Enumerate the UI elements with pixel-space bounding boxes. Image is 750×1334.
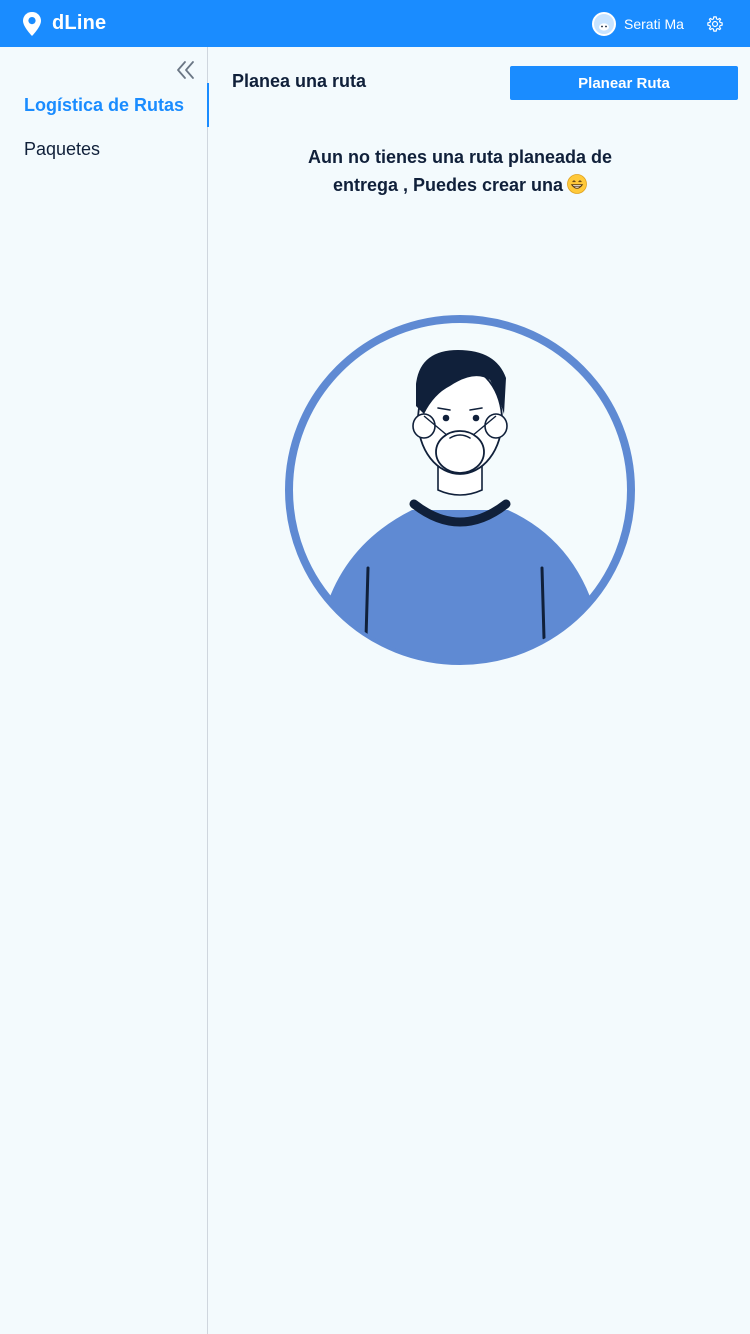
- page-title: Planea una ruta: [232, 71, 367, 91]
- sidebar: Logística de Rutas Paquetes: [0, 47, 209, 1334]
- user-name: Serati Ma: [624, 15, 684, 32]
- masked-person-illustration: [285, 315, 635, 665]
- brand-logo[interactable]: dLine: [22, 0, 106, 47]
- sidebar-item-logistica-de-rutas[interactable]: Logística de Rutas: [0, 83, 209, 127]
- grinning-face-icon: [567, 174, 587, 194]
- sidebar-item-label: Paquetes: [24, 138, 101, 159]
- double-chevron-left-icon[interactable]: [175, 59, 197, 81]
- empty-message-line-2: entrega , Puedes crear una: [332, 175, 564, 195]
- user-menu[interactable]: Serati Ma: [592, 0, 684, 47]
- empty-message-line-1: Aun no tienes una ruta planeada de: [307, 147, 613, 167]
- app-name: dLine: [52, 12, 107, 34]
- empty-state-message: Aun no tienes una ruta planeada de entre…: [278, 143, 642, 199]
- avatar-icon: [592, 11, 616, 36]
- sidebar-item-paquetes[interactable]: Paquetes: [0, 127, 208, 171]
- top-bar: dLine Serati Ma: [0, 0, 750, 47]
- sidebar-item-label: Logística de Rutas: [24, 94, 185, 115]
- gear-icon[interactable]: [706, 15, 724, 33]
- plan-route-button[interactable]: Planear Ruta: [510, 66, 738, 100]
- location-pin-icon: [23, 11, 41, 36]
- main-content: Planea una ruta Planear Ruta Aun no tien…: [208, 47, 750, 1334]
